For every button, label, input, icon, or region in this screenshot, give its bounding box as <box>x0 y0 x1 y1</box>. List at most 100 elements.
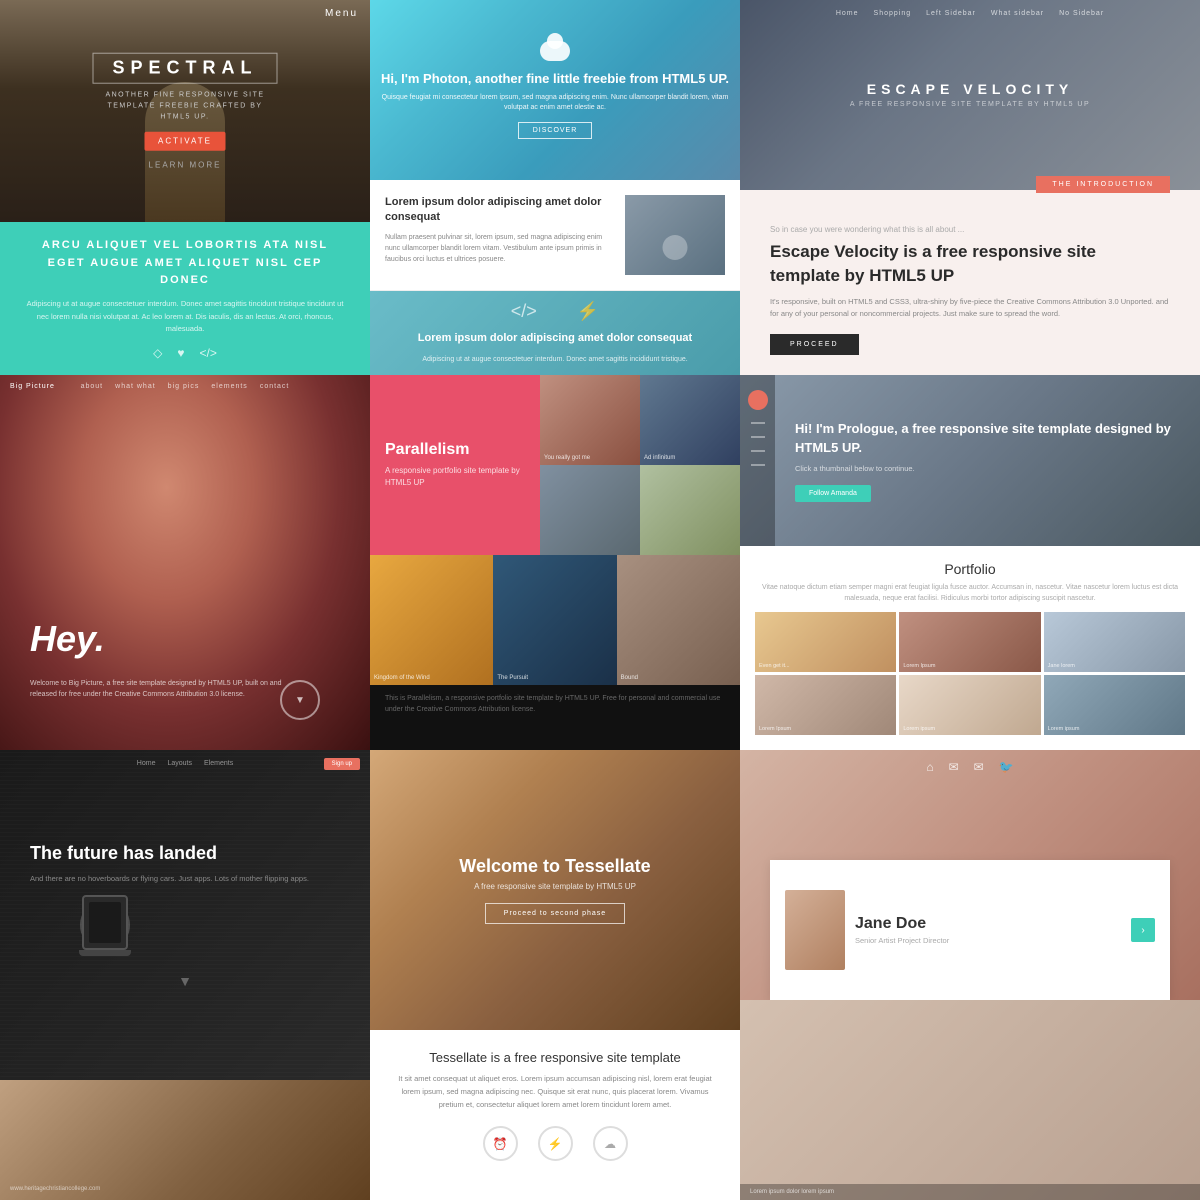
spectral-activate-btn[interactable]: ACTIVATE <box>144 131 226 150</box>
parallelism-title: Parallelism <box>385 441 525 459</box>
tessellate-hero: Welcome to Tessellate A free responsive … <box>370 750 740 1030</box>
heart-icon: ♥ <box>177 346 184 360</box>
mail2-icon[interactable]: ✉ <box>974 760 984 774</box>
pro-photo-4[interactable]: Lorem Ipsum <box>755 675 896 735</box>
prologue-card-bottom: Lorem ipsum dolor lorem ipsum <box>740 1000 1200 1200</box>
escape-hero: Home Shopping Left Sidebar What sidebar … <box>740 0 1200 190</box>
code-icon: </> <box>200 346 217 360</box>
sidebar-item-1[interactable] <box>751 422 765 424</box>
landed-bottom-image: www.heritagechristiancollege.com <box>0 1080 370 1200</box>
prologue-card-top: ⌂ ✉ ✉ 🐦 Jane Doe Senior Artist Project D… <box>740 750 1200 1000</box>
prologue-card-role: Senior Artist Project Director <box>855 936 1121 945</box>
prologue-follow-btn[interactable]: Follow Amanda <box>795 485 871 502</box>
parallelism-photo-1: You really got me <box>540 375 640 465</box>
twitter-icon[interactable]: 🐦 <box>999 760 1014 774</box>
parallelism-subtitle: A responsive portfolio site template by … <box>385 465 525 489</box>
landed-nav: Home Layouts Elements <box>0 760 370 767</box>
spectral-body: Adipiscing ut at augue consectetuer inte… <box>25 298 345 336</box>
spectral-hero: Menu SPECTRAL ANOTHER FINE RESPONSIVE SI… <box>0 0 370 222</box>
nav-about[interactable]: about <box>81 383 104 390</box>
tessellate-hero-title: Welcome to Tessellate <box>459 856 650 877</box>
pro-photo-label-5: Lorem ipsum <box>903 726 935 732</box>
nav-left-sidebar[interactable]: Left Sidebar <box>926 10 976 17</box>
para-bot-photo-2: The Pursuit <box>493 555 616 685</box>
parallelism-bottom: Kingdom of the Wind The Pursuit Bound <box>370 555 740 685</box>
escape-nav: Home Shopping Left Sidebar What sidebar … <box>740 10 1200 17</box>
escape-proceed-btn[interactable]: PROCEED <box>770 334 859 355</box>
nav-shopping[interactable]: Shopping <box>874 10 912 17</box>
mail-icon[interactable]: ✉ <box>949 760 959 774</box>
photo-label-2: Ad infinitum <box>644 455 675 461</box>
nav-what[interactable]: what what <box>115 383 156 390</box>
photon-hero: Hi, I'm Photon, another fine little free… <box>370 0 740 180</box>
sidebar-item-4[interactable] <box>751 464 765 466</box>
escape-subtitle: A FREE RESPONSIVE SITE TEMPLATE BY HTML5… <box>850 101 1090 108</box>
escape-desc: It's responsive, built on HTML5 and CSS3… <box>770 296 1170 322</box>
prologue-card-cell: ⌂ ✉ ✉ 🐦 Jane Doe Senior Artist Project D… <box>740 750 1200 1200</box>
spectral-menu[interactable]: Menu <box>325 8 358 19</box>
nav-home[interactable]: Home <box>137 760 156 767</box>
nav-elements[interactable]: elements <box>211 383 247 390</box>
home-icon[interactable]: ⌂ <box>926 760 933 774</box>
pro-photo-label-6: Lorem ipsum <box>1048 726 1080 732</box>
nav-bigpics[interactable]: big pics <box>168 383 200 390</box>
prologue-portfolio: Portfolio Vitae natoque dictum etiam sem… <box>740 546 1200 750</box>
prologue-avatar <box>748 390 768 410</box>
code-icon: </> <box>511 301 537 322</box>
nav-elements[interactable]: Elements <box>204 760 233 767</box>
landed-scroll-arrow[interactable]: ▼ <box>30 973 340 989</box>
escape-so-text: So in case you were wondering what this … <box>770 225 1170 234</box>
tessellate-hero-btn[interactable]: Proceed to second phase <box>485 903 625 924</box>
nav-home[interactable]: Home <box>836 10 859 17</box>
pro-photo-1[interactable]: Even get it... <box>755 612 896 672</box>
prologue-sidebar <box>740 375 775 546</box>
nav-contact[interactable]: contact <box>260 383 290 390</box>
bigpicture-cell: Big Picture about what what big pics ele… <box>0 375 370 750</box>
prologue-hero-title: Hi! I'm Prologue, a free responsive site… <box>795 419 1180 458</box>
pro-photo-label-2: Lorem Ipsum <box>903 663 935 669</box>
landed-laptop-container <box>30 900 340 950</box>
sidebar-item-2[interactable] <box>751 436 765 438</box>
pro-photo-3[interactable]: Jane lorem <box>1044 612 1185 672</box>
escape-intro-tab: THE INTRODUCTION <box>1036 176 1170 193</box>
parallelism-top: Parallelism A responsive portfolio site … <box>370 375 740 555</box>
landed-cell: Home Layouts Elements Sign up The future… <box>0 750 370 1200</box>
landed-main-title: The future has landed <box>30 841 340 866</box>
prologue-card-bottom-text: Lorem ipsum dolor lorem ipsum <box>750 1189 1190 1195</box>
prologue-portfolio-sub: Vitae natoque dictum etiam semper magni … <box>755 582 1185 604</box>
pro-photo-2[interactable]: Lorem Ipsum <box>899 612 1040 672</box>
parallelism-photo-4 <box>640 465 740 555</box>
pro-photo-6[interactable]: Lorem ipsum <box>1044 675 1185 735</box>
bigpicture-scroll[interactable]: ▼ <box>280 680 320 720</box>
pro-photo-5[interactable]: Lorem ipsum <box>899 675 1040 735</box>
escape-main-title: Escape Velocity is a free responsive sit… <box>770 240 1170 288</box>
spectral-learn-more[interactable]: LEARN MORE <box>93 160 278 169</box>
nav-what-sidebar[interactable]: What sidebar <box>991 10 1044 17</box>
photon-cell: Hi, I'm Photon, another fine little free… <box>370 0 740 375</box>
prologue-card-nav: ⌂ ✉ ✉ 🐦 <box>740 760 1200 774</box>
pro-photo-label-3: Jane lorem <box>1048 663 1075 669</box>
cloud-icon <box>540 41 570 61</box>
parallelism-intro: Parallelism A responsive portfolio site … <box>370 375 540 555</box>
photon-image1 <box>625 195 725 275</box>
landed-hero: Home Layouts Elements Sign up The future… <box>0 750 370 1080</box>
sidebar-item-3[interactable] <box>751 450 765 452</box>
para-bot-photo-3: Bound <box>617 555 740 685</box>
nav-no-sidebar[interactable]: No Sidebar <box>1059 10 1104 17</box>
pro-photo-label-4: Lorem Ipsum <box>759 726 791 732</box>
photon-text1: Lorem ipsum dolor adipiscing amet dolor … <box>385 195 613 275</box>
escape-content-inner: So in case you were wondering what this … <box>740 190 1200 375</box>
para-bot-label-2: The Pursuit <box>497 675 528 681</box>
spectral-title-block: SPECTRAL ANOTHER FINE RESPONSIVE SITE TE… <box>93 53 278 170</box>
prologue-hero: Hi! I'm Prologue, a free responsive site… <box>740 375 1200 546</box>
landed-url: www.heritagechristiancollege.com <box>10 1186 100 1192</box>
clock-icon: ⏰ <box>483 1126 518 1161</box>
photon-hero-title: Hi, I'm Photon, another fine little free… <box>381 69 729 89</box>
pro-photo-label-1: Even get it... <box>759 663 790 669</box>
landed-nav-right: Sign up <box>324 758 360 770</box>
nav-layouts[interactable]: Layouts <box>167 760 192 767</box>
landed-signup-btn[interactable]: Sign up <box>324 758 360 770</box>
photon-discover-btn[interactable]: DISCOVER <box>518 122 593 139</box>
photon-section2-title: Lorem ipsum dolor adipiscing amet dolor … <box>418 332 692 344</box>
prologue-card-arrow[interactable]: › <box>1131 918 1155 942</box>
